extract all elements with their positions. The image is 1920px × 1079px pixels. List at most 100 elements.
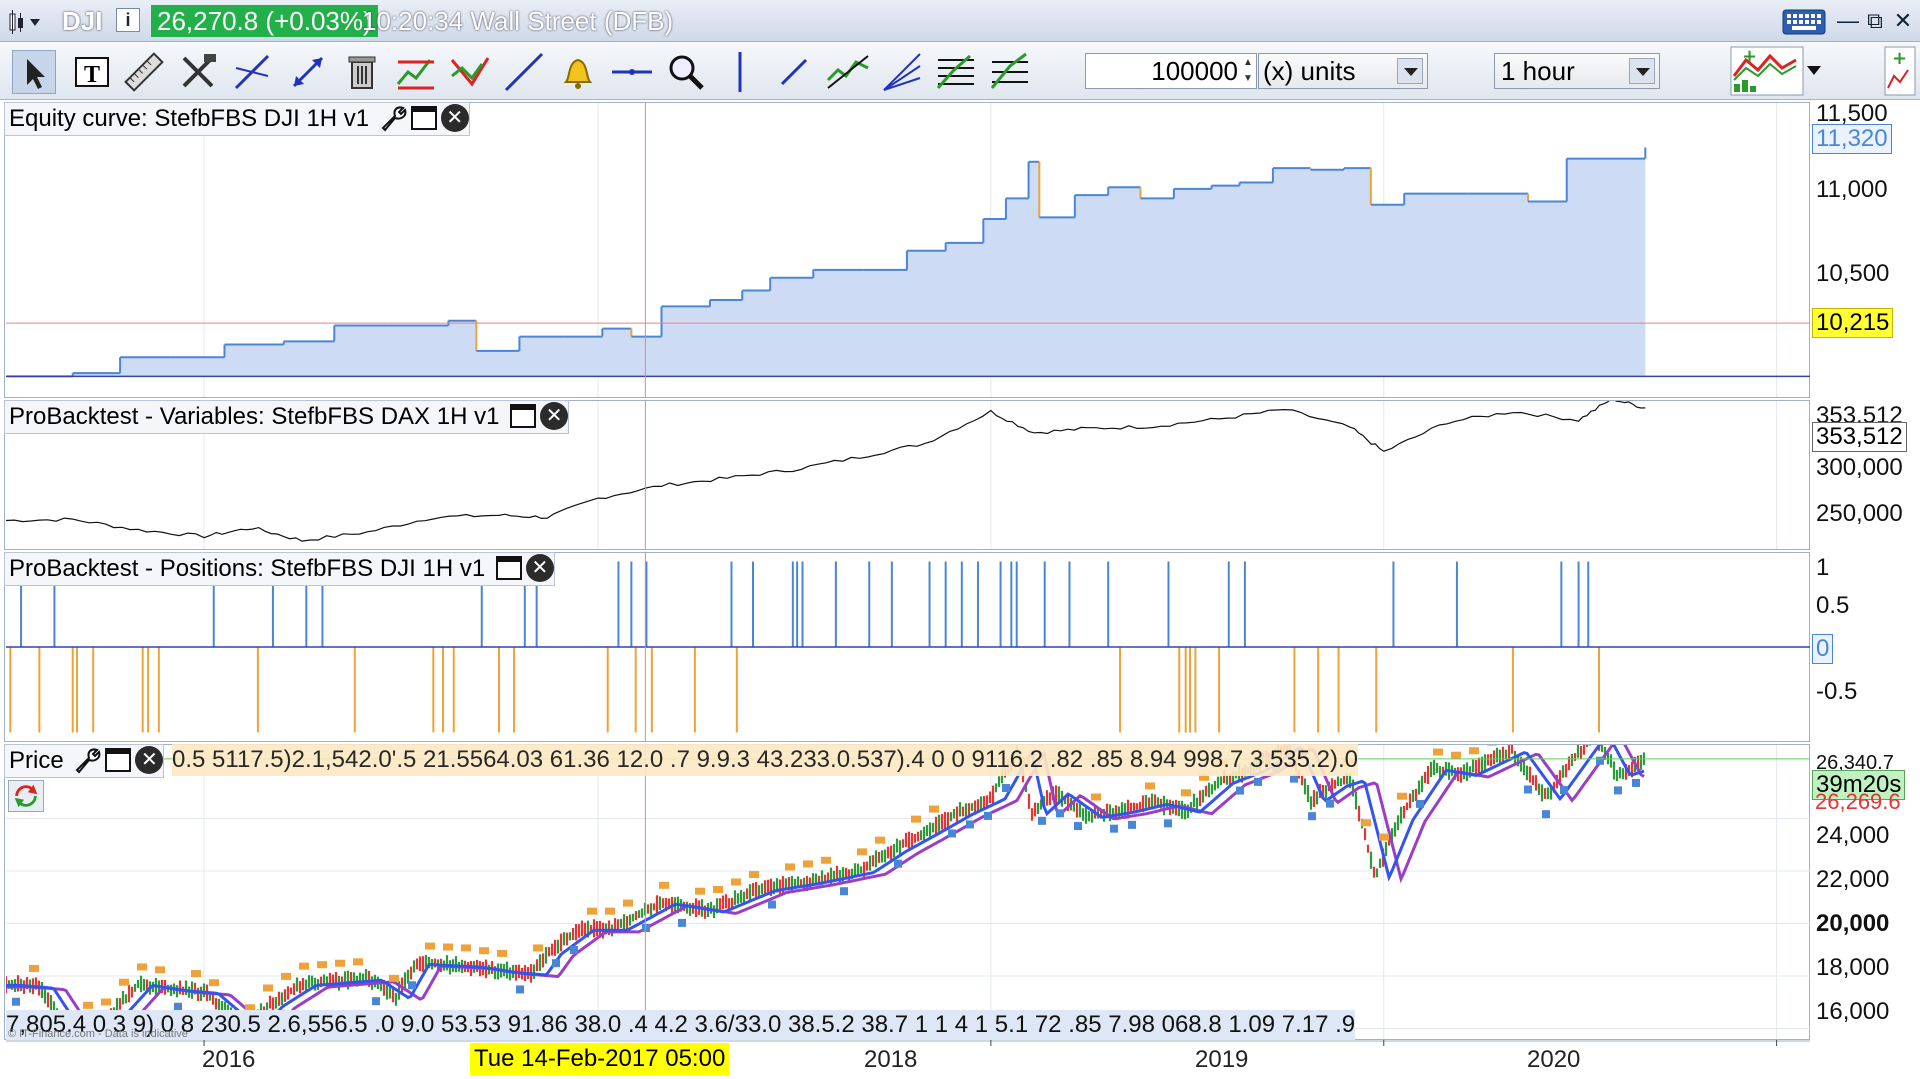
fibonacci-extension-icon[interactable]	[988, 50, 1032, 94]
y-tick-label: -0.5	[1816, 678, 1858, 705]
sell-marker	[209, 979, 219, 987]
buy-marker	[552, 959, 560, 968]
title-bar: DJI i 26,270.8 (+0.03%) 10:20:34 Wall St…	[0, 0, 1920, 42]
triangle-icon[interactable]	[448, 50, 492, 94]
tools-icon[interactable]	[176, 50, 220, 94]
sell-marker	[155, 966, 165, 974]
sell-marker	[335, 959, 345, 967]
sell-marker	[119, 978, 129, 986]
sell-marker	[749, 871, 759, 879]
sell-marker	[479, 947, 489, 955]
last-price-badge: 26,270.8 (+0.03%)	[151, 5, 378, 37]
pointer-icon[interactable]	[12, 50, 56, 94]
x-tick-label: 2016	[202, 1046, 256, 1073]
refresh-icon[interactable]	[8, 780, 44, 812]
minimize-button[interactable]: —	[1836, 8, 1860, 34]
trading-window: DJI i 26,270.8 (+0.03%) 10:20:34 Wall St…	[0, 0, 1920, 1079]
zoom-icon[interactable]	[664, 50, 708, 94]
zigzag-icon[interactable]	[826, 50, 870, 94]
trendline-icon[interactable]	[230, 50, 274, 94]
sell-marker	[1469, 747, 1479, 755]
sell-marker	[281, 972, 291, 980]
sell-marker	[1145, 782, 1155, 790]
buy-marker	[1236, 786, 1244, 795]
price-plot[interactable]	[6, 745, 1810, 1039]
keyboard-icon[interactable]	[1782, 9, 1826, 35]
buy-marker	[1128, 820, 1136, 829]
sell-marker	[875, 836, 885, 844]
positions-zero-badge: 0	[1812, 634, 1834, 664]
candlestick-logo-icon[interactable]	[8, 10, 42, 34]
info-icon[interactable]: i	[116, 8, 140, 32]
timeframe-select[interactable]: 1 hour	[1494, 53, 1660, 89]
equity-panel-title: Equity curve: StefbFBS DJI 1H v1	[9, 105, 370, 132]
close-panel-button[interactable]: ✕	[440, 103, 469, 132]
buy-marker	[1308, 812, 1316, 821]
buy-marker	[1560, 786, 1568, 795]
buy-marker	[984, 811, 992, 820]
crosshair-date-badge: Tue 14-Feb-2017 05:00	[470, 1043, 730, 1075]
equity-area	[7, 147, 1646, 377]
sell-marker	[857, 848, 867, 856]
window-icon[interactable]	[410, 105, 437, 130]
close-window-button[interactable]: ✕	[1890, 8, 1916, 34]
y-tick-label: 24,000	[1816, 822, 1890, 849]
sell-marker	[605, 907, 615, 915]
sell-marker	[83, 1001, 93, 1009]
units-label: (x) units	[1263, 56, 1356, 86]
close-panel-button[interactable]: ✕	[135, 745, 164, 774]
buy-marker	[678, 918, 686, 927]
window-icon[interactable]	[510, 403, 537, 428]
quantity-stepper[interactable]: ▲ ▼	[1243, 55, 1257, 87]
fibonacci-icon[interactable]	[934, 50, 978, 94]
wrench-icon[interactable]	[379, 104, 407, 132]
close-panel-button[interactable]: ✕	[525, 553, 554, 582]
sell-marker	[533, 944, 543, 952]
sell-marker	[299, 962, 309, 970]
sell-marker	[821, 856, 831, 864]
close-panel-button[interactable]: ✕	[540, 401, 569, 430]
chevron-down-icon[interactable]	[1397, 58, 1423, 84]
vertical-line-icon[interactable]	[718, 50, 762, 94]
horizontal-line-icon[interactable]	[610, 50, 654, 94]
arrow-icon[interactable]	[286, 50, 330, 94]
buy-marker	[966, 820, 974, 829]
trash-icon[interactable]	[340, 50, 384, 94]
units-select[interactable]: (x) units	[1258, 53, 1428, 89]
segment-icon[interactable]	[772, 50, 816, 94]
equity-plot[interactable]	[6, 103, 1810, 397]
side-panel-icon[interactable]: +	[1884, 46, 1916, 96]
buy-marker	[642, 923, 650, 932]
channel-icon[interactable]	[394, 50, 438, 94]
indicator-menu-chevron-icon[interactable]	[1806, 64, 1822, 76]
sell-marker	[785, 863, 795, 871]
quantity-input[interactable]: 100000	[1085, 53, 1257, 89]
ruler-icon[interactable]	[122, 50, 166, 94]
wrench-icon[interactable]	[73, 746, 101, 774]
add-indicator-icon[interactable]: +	[1730, 46, 1804, 96]
line-icon[interactable]	[502, 50, 546, 94]
window-icon[interactable]	[495, 555, 522, 580]
sell-marker	[695, 887, 705, 895]
fan-icon[interactable]	[880, 50, 924, 94]
sell-marker	[263, 984, 273, 992]
symbol-label[interactable]: DJI	[62, 6, 102, 37]
buy-marker	[840, 887, 848, 896]
text-icon[interactable]: T	[70, 50, 114, 94]
buy-marker	[12, 997, 20, 1006]
equity-last-value-badge: 11,320	[1812, 124, 1892, 154]
sell-marker	[1379, 833, 1389, 841]
chevron-down-icon[interactable]	[1629, 58, 1655, 84]
buy-marker	[1110, 824, 1118, 833]
buy-marker	[894, 859, 902, 868]
buy-marker	[1632, 778, 1640, 787]
buy-marker	[1038, 816, 1046, 825]
window-icon[interactable]	[105, 747, 132, 772]
x-tick-label: 2018	[864, 1046, 918, 1073]
buy-marker	[1524, 785, 1532, 794]
alert-bell-icon[interactable]	[556, 50, 600, 94]
positions-panel-title: ProBacktest - Positions: StefbFBS DJI 1H…	[9, 555, 486, 582]
equity-crosshair-value-badge: 10,215	[1812, 308, 1894, 338]
restore-button[interactable]: ⧉	[1862, 8, 1888, 34]
buy-marker	[1074, 822, 1082, 831]
